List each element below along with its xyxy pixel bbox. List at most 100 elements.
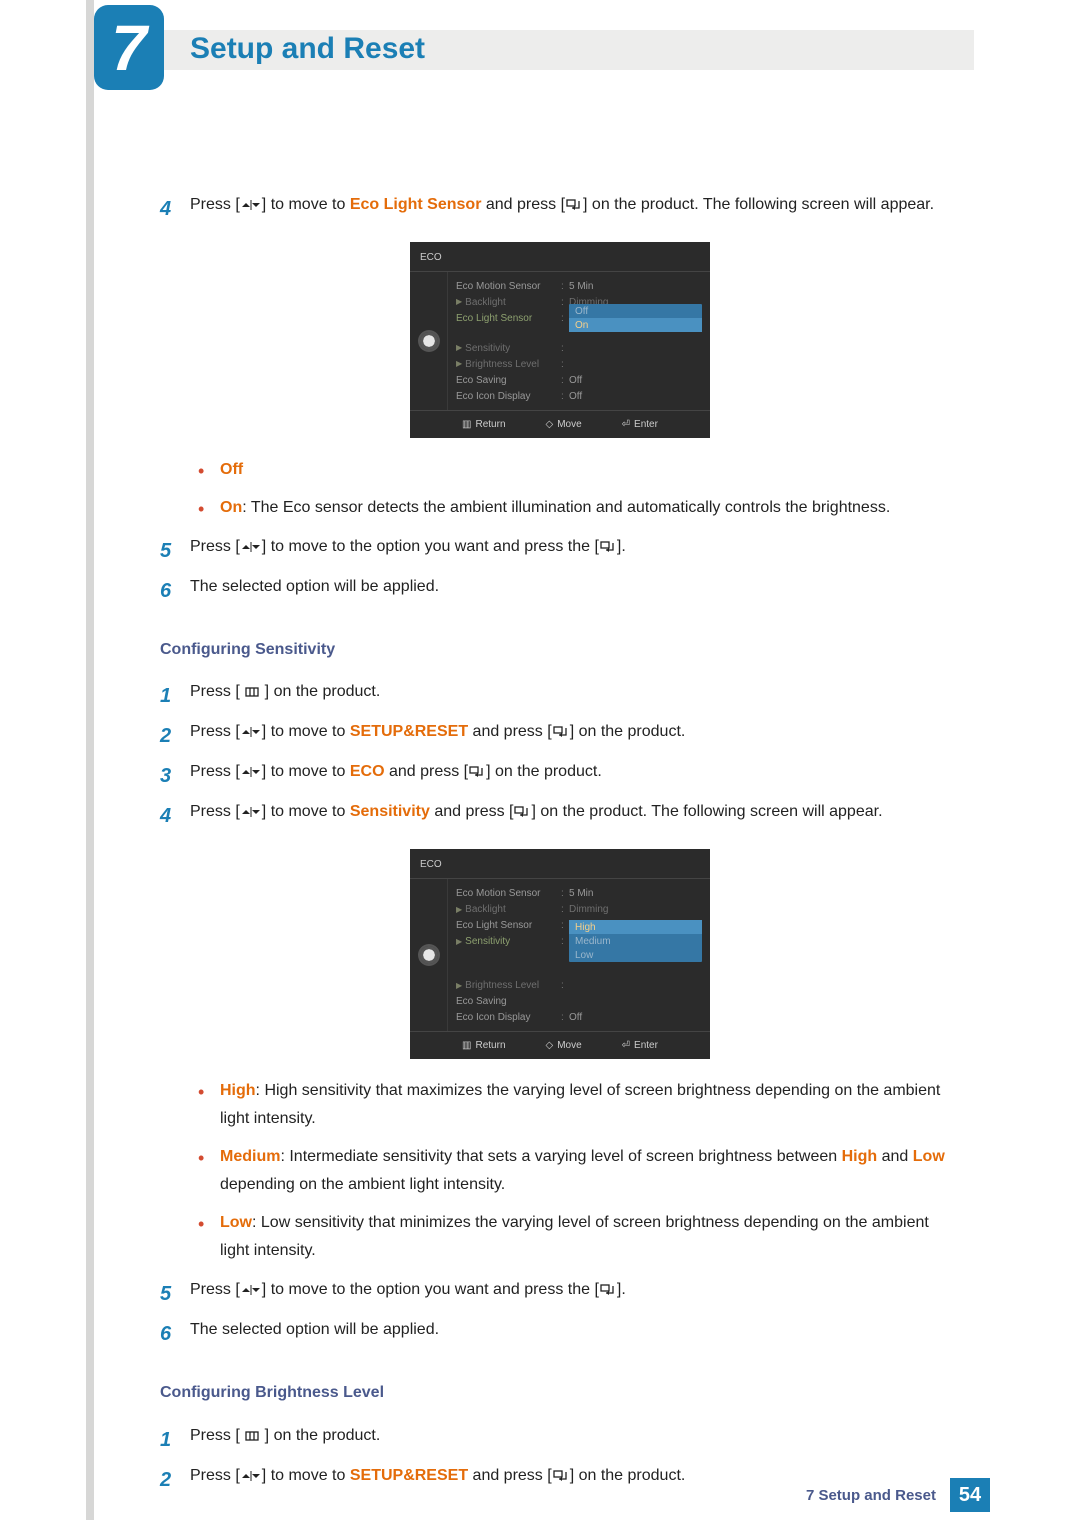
triangle-icon: ▶ [456,934,462,949]
triangle-icon: ▶ [456,356,462,371]
list-item: Medium: Intermediate sensitivity that se… [190,1143,960,1199]
chapter-number: 7 [111,16,147,80]
highlight: On [220,499,242,516]
osd-label: Eco Icon Display [456,387,561,406]
content: 4 Press [ ] to move to Eco Light Sensor a… [160,190,960,1501]
text: ] to move to the option you want and pre… [262,1281,599,1298]
text: Move [557,415,581,434]
bullet-list: High: High sensitivity that maximizes th… [190,1077,960,1265]
osd-dropdown: Off On [569,304,702,332]
menu-icon [244,1431,260,1441]
text: Sensitivity [465,932,510,951]
text: Press [ [190,1281,240,1298]
osd-label: Eco Icon Display [456,1008,561,1027]
enter-icon [552,726,570,738]
list-item: Off [190,456,960,484]
osd-row: Eco Icon Display:Off [456,1009,702,1025]
text: ] to move to [262,803,350,820]
step-body: The selected option will be applied. [190,572,960,610]
osd-foot-move: ◇Move [546,1036,582,1055]
step-number: 6 [160,572,190,610]
text: ] to move to [262,723,350,740]
text: ] to move to the option you want and pre… [262,538,599,555]
highlight: High [842,1148,878,1165]
highlight: High [220,1082,256,1099]
osd-title: ECO [410,242,710,272]
list-item: High: High sensitivity that maximizes th… [190,1077,960,1133]
text: Enter [634,1036,658,1055]
updown-icon [240,199,262,211]
osd-option-selected: High [569,920,702,934]
osd-title: ECO [410,849,710,879]
osd-foot-enter: ⏎Enter [622,415,658,434]
text: Press [ [190,196,240,213]
osd-label: Eco Light Sensor [456,309,561,328]
highlight: Sensitivity [350,803,430,820]
step-number: 3 [160,757,190,795]
highlight: Eco Light Sensor [350,196,482,213]
step-body: Press [ ] to move to Eco Light Sensor and… [190,190,960,228]
text: ] on the product. The following screen w… [531,803,882,820]
step: 5 Press [ ] to move to the option you wan… [160,1275,960,1313]
osd-screenshot: ECO Eco Motion Sensor:5 Min ▶Backlight:D… [160,849,960,1059]
step-body: Press [] to move to Sensitivity and pres… [190,797,960,835]
step: 1 Press [ ] on the product. [160,677,960,715]
osd-option-selected: On [569,318,702,332]
osd-row: Eco Icon Display:Off [456,388,702,404]
highlight: SETUP&RESET [350,723,468,740]
osd-foot-return: ▥Return [462,1036,505,1055]
osd-value: Off [569,387,702,406]
step-body: The selected option will be applied. [190,1315,960,1353]
step-number: 2 [160,717,190,755]
triangle-icon: ▶ [456,978,462,993]
text: : The Eco sensor detects the ambient ill… [242,499,890,516]
text: Press [ [190,1427,244,1444]
side-margin-bar [86,0,94,1520]
text: ] on the product. The following screen w… [583,196,934,213]
text: ] to move to [262,763,350,780]
step: 4 Press [ ] to move to Eco Light Sensor a… [160,190,960,228]
list-item: On: The Eco sensor detects the ambient i… [190,494,960,522]
triangle-icon: ▶ [456,340,462,355]
step: 6 The selected option will be applied. [160,1315,960,1353]
updown-icon [240,766,262,778]
section-heading: Configuring Sensitivity [160,635,960,665]
menu-icon: ▥ [462,1036,471,1055]
list-item: Low: Low sensitivity that minimizes the … [190,1209,960,1265]
text: and press [ [481,196,565,213]
step: 3 Press [] to move to ECO and press [] o… [160,757,960,795]
text: and press [ [430,803,514,820]
highlight: ECO [350,763,385,780]
text: : Low sensitivity that minimizes the var… [220,1214,929,1259]
osd-footer: ▥Return ◇Move ⏎Enter [410,410,710,438]
osd-row-active: ▶Sensitivity: High Medium Low [456,933,702,949]
step: 6 The selected option will be applied. [160,572,960,610]
osd-screenshot: ECO Eco Motion Sensor:5 Min ▶Backlight:D… [160,242,960,438]
step-body: Press [ ] to move to the option you want … [190,532,960,570]
osd-value: Off [569,1008,702,1027]
chapter-badge: 7 [94,5,164,90]
enter-icon: ⏎ [622,1036,630,1055]
step-body: Press [ ] on the product. [190,1421,960,1459]
text: ] to move to [262,196,350,213]
step-number: 4 [160,190,190,228]
gear-icon [420,946,438,964]
page-footer: 7 Setup and Reset 54 [0,1478,1080,1512]
step-body: Press [] to move to SETUP&RESET and pres… [190,717,960,755]
step-number: 5 [160,532,190,570]
enter-icon [599,1284,617,1296]
step: 4 Press [] to move to Sensitivity and pr… [160,797,960,835]
osd-dropdown: High Medium Low [569,920,702,962]
text: ] on the product. [260,1427,380,1444]
osd-row-active: Eco Light Sensor: Off On [456,310,702,326]
step-number: 5 [160,1275,190,1313]
text: : Intermediate sensitivity that sets a v… [280,1148,841,1165]
text: Return [475,415,505,434]
osd-rows: Eco Motion Sensor:5 Min ▶Backlight:Dimmi… [448,879,710,1031]
osd-footer: ▥Return ◇Move ⏎Enter [410,1031,710,1059]
chapter-title: Setup and Reset [190,32,425,66]
osd-rows: Eco Motion Sensor:5 Min ▶Backlight:Dimmi… [448,272,710,410]
text: Press [ [190,538,240,555]
footer-title: 7 Setup and Reset [806,1487,936,1504]
updown-icon [240,1284,262,1296]
